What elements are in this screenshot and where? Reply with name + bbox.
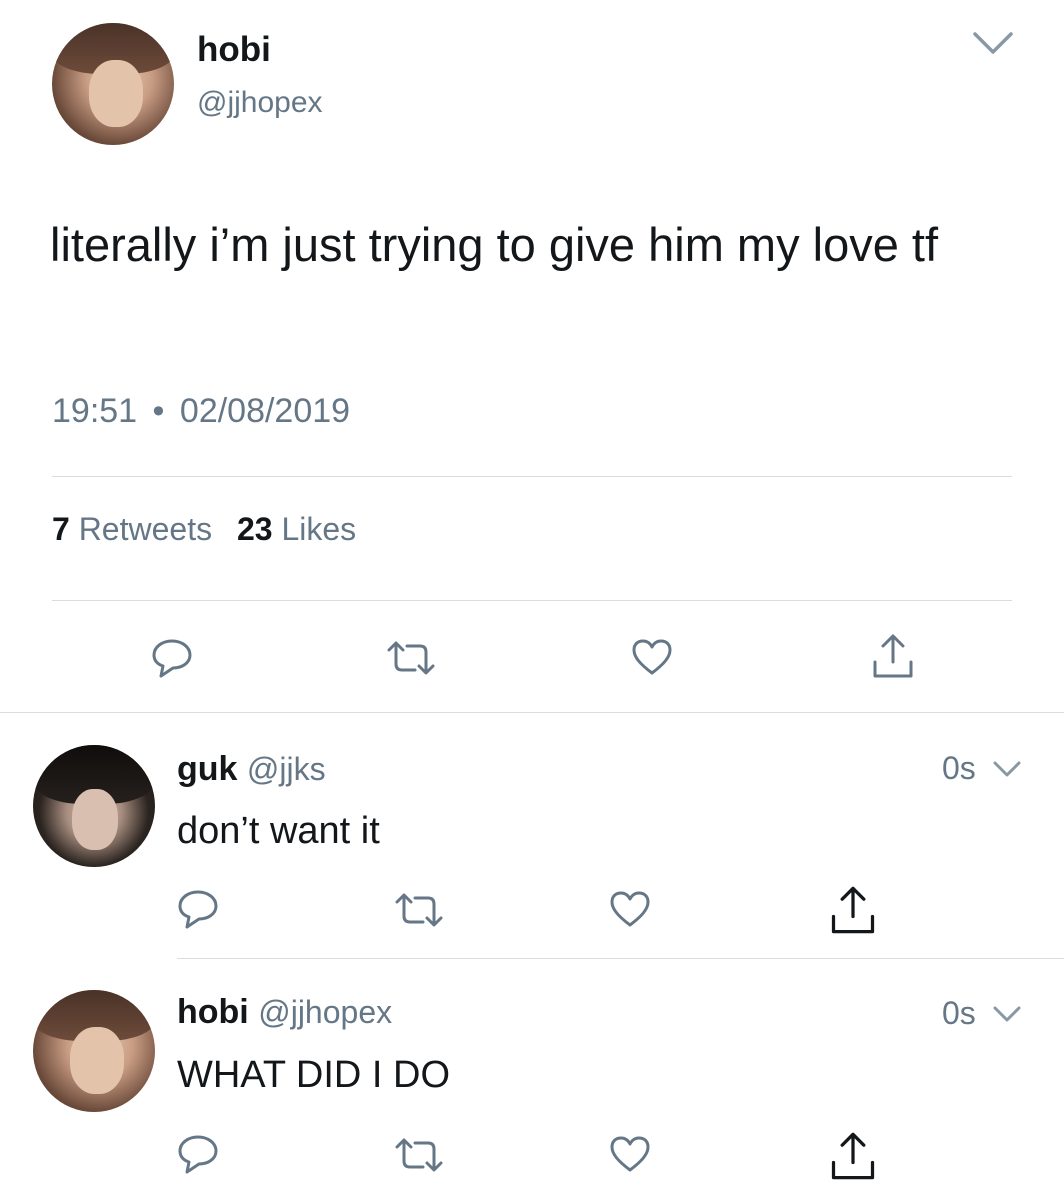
likes-count: 23 — [236, 511, 273, 547]
timestamp-separator: • — [152, 392, 165, 430]
tweet-text: literally i’m just trying to give him my… — [50, 218, 939, 271]
reply-text: don’t want it — [177, 810, 380, 852]
chevron-down-icon[interactable] — [972, 30, 1014, 56]
avatar[interactable] — [33, 745, 155, 867]
like-icon[interactable] — [608, 1134, 652, 1174]
reply-time: 0s — [942, 995, 976, 1031]
retweets-stat[interactable]: 7 Retweets — [52, 511, 212, 547]
reply-author-name: guk — [177, 750, 238, 788]
retweet-icon[interactable] — [385, 640, 437, 676]
reply-author-name: hobi — [177, 993, 249, 1031]
reply-icon[interactable] — [150, 637, 194, 679]
avatar[interactable] — [52, 23, 174, 145]
retweet-icon[interactable] — [393, 892, 445, 928]
retweets-count: 7 — [52, 511, 70, 547]
reply-author[interactable]: guk @jjks — [177, 750, 326, 789]
likes-label: Likes — [281, 511, 357, 547]
divider — [52, 476, 1012, 477]
tweet-timestamp: 19:51 • 02/08/2019 — [52, 392, 350, 431]
chevron-down-icon[interactable] — [992, 1005, 1022, 1025]
like-icon[interactable] — [608, 889, 652, 929]
retweet-icon[interactable] — [393, 1137, 445, 1173]
share-icon[interactable] — [828, 884, 878, 936]
author-handle[interactable]: @jjhopex — [197, 86, 323, 120]
author-name[interactable]: hobi — [197, 30, 271, 70]
reply-time: 0s — [942, 750, 976, 786]
divider — [0, 712, 1064, 713]
like-icon[interactable] — [630, 637, 674, 677]
reply-icon[interactable] — [176, 1133, 220, 1175]
tweet-time: 19:51 — [52, 392, 138, 430]
reply-author-handle: @jjhopex — [258, 994, 393, 1030]
retweets-label: Retweets — [78, 511, 213, 547]
reply-icon[interactable] — [176, 888, 220, 930]
chevron-down-icon[interactable] — [992, 760, 1022, 780]
share-icon[interactable] — [871, 632, 915, 680]
reply-author-handle: @jjks — [246, 751, 326, 787]
tweet-stats: 7 Retweets 23 Likes — [52, 511, 356, 548]
divider — [52, 600, 1012, 601]
reply-author[interactable]: hobi @jjhopex — [177, 993, 392, 1032]
reply-text: WHAT DID I DO — [177, 1054, 451, 1096]
share-icon[interactable] — [828, 1130, 878, 1182]
divider — [177, 958, 1064, 959]
likes-stat[interactable]: 23 Likes — [237, 511, 356, 547]
avatar[interactable] — [33, 990, 155, 1112]
tweet-date: 02/08/2019 — [179, 392, 351, 430]
